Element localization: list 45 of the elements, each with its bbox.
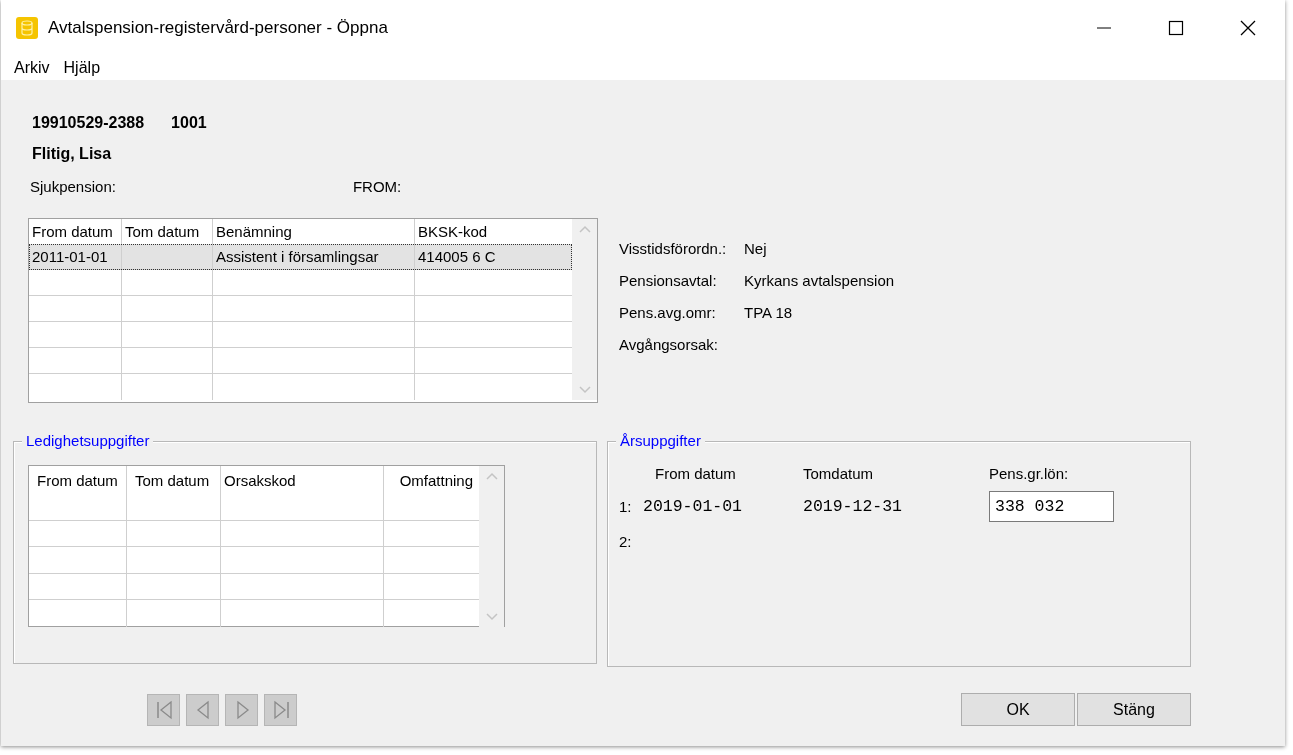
close-icon[interactable]: [1240, 19, 1256, 36]
column-header[interactable]: BKSK-kod: [415, 219, 570, 244]
date-value: 2019-12-31: [803, 497, 904, 516]
table-row[interactable]: 2011-01-01 Assistent i församlingsar 414005 6 C: [29, 244, 572, 270]
scroll-down-icon[interactable]: [577, 385, 592, 394]
ok-button[interactable]: OK: [961, 693, 1075, 726]
field-label: Visstidsförordn.:: [619, 240, 728, 258]
close-dialog-button[interactable]: Stäng: [1077, 693, 1191, 726]
personal-number: 19910529-2388: [32, 114, 145, 132]
date-value: 2019-01-01: [643, 497, 744, 516]
menu-item[interactable]: Arkiv: [7, 58, 57, 77]
field-label: FROM:: [352, 178, 402, 197]
database-icon: [15, 15, 39, 40]
salary-field[interactable]: 338 032: [989, 491, 1114, 522]
scrollbar[interactable]: [572, 219, 597, 400]
field-label: Pensionsavtal:: [619, 272, 718, 290]
group-title: Årsuppgifter: [616, 432, 705, 450]
field-label: Avgångsorsak:: [619, 336, 719, 354]
row-number: 1:: [619, 497, 633, 517]
row-number: 2:: [619, 532, 633, 552]
column-header[interactable]: Tom datum: [127, 466, 221, 494]
column-label: Pens.gr.lön:: [989, 464, 1070, 484]
window-title: Avtalspension-registervård-personer - Öppna: [48, 17, 388, 38]
field-label: Pens.avg.omr:: [619, 304, 717, 322]
scroll-up-icon[interactable]: [577, 225, 592, 234]
column-label: Tomdatum: [803, 464, 875, 484]
group-title: Ledighetsuppgifter: [22, 432, 154, 450]
person-name: Flitig, Lisa: [32, 145, 112, 162]
employee-number: 1001: [171, 114, 207, 132]
table-cell: Assistent i församlingsar: [213, 244, 415, 269]
field-value: Nej: [744, 240, 768, 258]
scrollbar[interactable]: [479, 466, 504, 627]
table-cell: 2011-01-01: [29, 244, 122, 269]
menu-item[interactable]: Hjälp: [56, 58, 108, 77]
column-header[interactable]: From datum: [29, 466, 127, 494]
column-header[interactable]: Orsakskod: [221, 466, 384, 494]
field-value: Kyrkans avtalspension: [744, 272, 895, 290]
field-label: Sjukpension:: [30, 178, 116, 197]
column-header[interactable]: Omfattning: [384, 466, 476, 494]
scroll-up-icon[interactable]: [484, 472, 499, 481]
maximize-icon[interactable]: [1168, 19, 1184, 36]
scroll-down-icon[interactable]: [484, 611, 499, 621]
table-cell-text: 414005 6 C: [417, 247, 497, 267]
field-value: TPA 18: [744, 304, 794, 322]
column-label: From datum: [654, 464, 737, 484]
